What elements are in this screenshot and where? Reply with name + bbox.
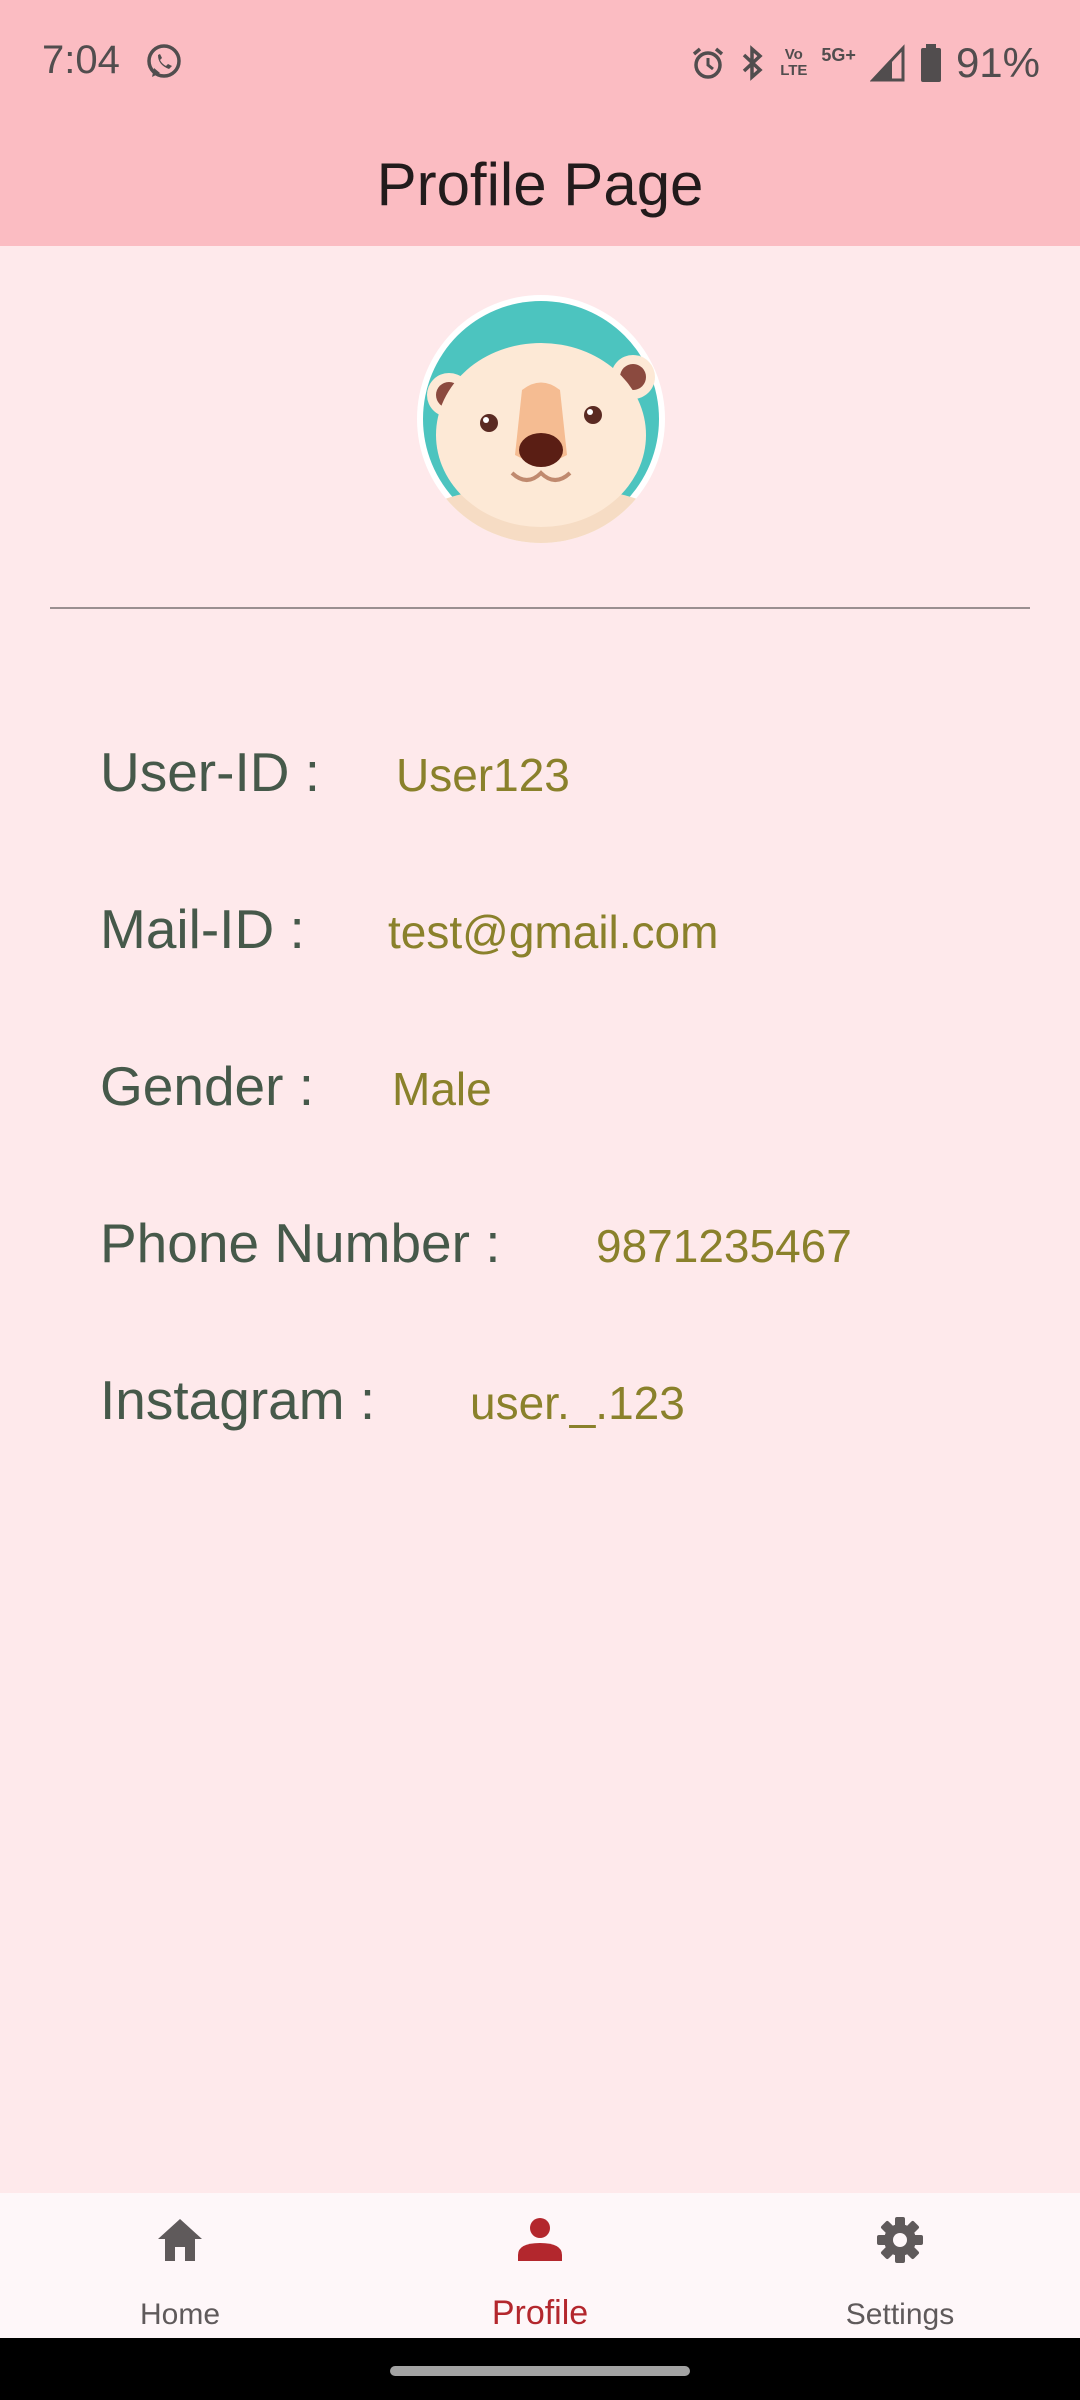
alarm-icon [693, 47, 724, 79]
nav-label-settings: Settings [845, 2298, 955, 2331]
nav-item-home[interactable]: Home [0, 2193, 360, 2338]
phone-number-value: 9871235467 [596, 1220, 852, 1272]
signal-icon [869, 44, 905, 82]
phone-number-label: Phone Number : [100, 1212, 501, 1274]
gear-icon [877, 2217, 923, 2263]
nav-label-profile: Profile [491, 2294, 589, 2332]
gesture-handle[interactable] [390, 2366, 690, 2376]
user-id-label: User-ID : [100, 741, 320, 803]
battery-icon [920, 44, 941, 82]
avatar [417, 295, 665, 543]
instagram-label: Instagram : [100, 1369, 376, 1431]
status-icons: Vo LTE 5G+ 91% [690, 38, 1040, 88]
app-bar: Profile Page [0, 126, 1080, 246]
nav-item-settings[interactable]: Settings [720, 2193, 1080, 2338]
page-title: Profile Page [376, 150, 704, 218]
gesture-bar [0, 2338, 1080, 2400]
gender-label: Gender : [100, 1055, 315, 1117]
volte-line1: Vo [784, 46, 803, 63]
nav-item-profile[interactable]: Profile [360, 2193, 720, 2338]
status-time: 7:04 [42, 38, 120, 82]
whatsapp-icon [147, 44, 181, 78]
volte-icon: Vo LTE [780, 47, 807, 79]
bottom-navigation: Home Profile Settings [0, 2193, 1080, 2338]
network-type: 5G+ [821, 44, 856, 65]
divider [50, 607, 1030, 609]
battery-percent: 91% [955, 39, 1040, 86]
mail-id-label: Mail-ID : [100, 898, 305, 960]
nav-label-home: Home [139, 2298, 221, 2331]
bear-avatar [417, 301, 665, 543]
person-icon [518, 2218, 562, 2261]
bluetooth-icon [742, 45, 763, 81]
volte-line2: LTE [780, 62, 808, 79]
user-id-value: User123 [396, 749, 570, 801]
gender-value: Male [392, 1063, 492, 1115]
mail-id-value: test@gmail.com [388, 906, 719, 958]
home-icon [158, 2219, 202, 2261]
status-bar: 7:04 Vo LTE 5G+ 91% [0, 0, 1080, 126]
instagram-value: user._.123 [470, 1377, 685, 1429]
